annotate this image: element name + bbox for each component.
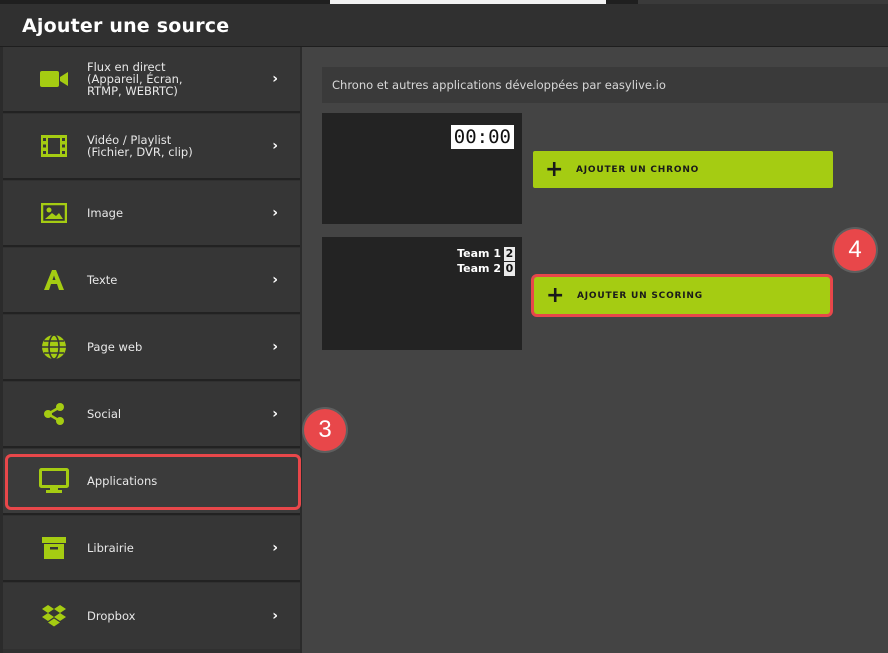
- source-sidebar: Flux en direct (Appareil, Écran, RTMP, W…: [3, 47, 301, 653]
- text-a-icon: [39, 265, 69, 295]
- step-marker-3: 3: [304, 409, 346, 451]
- share-icon: [39, 399, 69, 429]
- sidebar-item-dropbox[interactable]: Dropbox ›: [3, 583, 300, 649]
- plus-icon: +: [546, 282, 565, 308]
- team-score: 2: [504, 246, 515, 261]
- sidebar-item-label: Texte: [87, 273, 118, 287]
- chevron-right-icon: ›: [272, 540, 278, 556]
- chevron-right-icon: ›: [272, 272, 278, 288]
- sidebar-item-label: Applications: [87, 474, 158, 488]
- film-icon: [39, 131, 69, 161]
- chevron-right-icon: ›: [272, 608, 278, 624]
- sidebar-item-text[interactable]: Texte ›: [3, 248, 300, 314]
- chevron-right-icon: ›: [272, 339, 278, 355]
- team-name: Team 1: [457, 247, 501, 260]
- sidebar-item-label: Social: [87, 407, 122, 421]
- sidebar-item-label: Flux en direct (Appareil, Écran, RTMP, W…: [87, 60, 183, 98]
- sidebar-item-label: Librairie: [87, 541, 134, 555]
- add-chrono-button[interactable]: + AJOUTER UN CHRONO: [533, 151, 833, 188]
- sidebar-item-image[interactable]: Image ›: [3, 181, 300, 247]
- sidebar-item-label: Page web: [87, 340, 143, 354]
- globe-icon: [39, 332, 69, 362]
- dropbox-icon: [39, 601, 69, 631]
- image-icon: [39, 198, 69, 228]
- chevron-right-icon: ›: [272, 205, 278, 221]
- sidebar-item-label: Image: [87, 206, 124, 220]
- sidebar-item-web-page[interactable]: Page web ›: [3, 315, 300, 381]
- video-camera-icon: [39, 64, 69, 94]
- section-heading-text: Chrono et autres applications développée…: [332, 78, 666, 92]
- sidebar-item-video-playlist[interactable]: Vidéo / Playlist (Fichier, DVR, clip) ›: [3, 114, 300, 180]
- team-score: 0: [504, 261, 515, 276]
- main-panel: Chrono et autres applications développée…: [302, 47, 888, 653]
- scoring-preview: Team 1 2 Team 2 0: [322, 237, 522, 350]
- step-marker-4: 4: [834, 229, 876, 271]
- chevron-right-icon: ›: [272, 71, 278, 87]
- plus-icon: +: [545, 156, 564, 182]
- add-chrono-label: AJOUTER UN CHRONO: [576, 164, 700, 175]
- dialog-header: Ajouter une source: [0, 4, 888, 47]
- monitor-icon: [39, 466, 69, 496]
- team-name: Team 2: [457, 262, 501, 275]
- sidebar-item-label: Vidéo / Playlist (Fichier, DVR, clip): [87, 133, 193, 159]
- score-row: Team 2 0: [457, 261, 515, 276]
- sidebar-item-label: Dropbox: [87, 609, 136, 623]
- sidebar-item-social[interactable]: Social ›: [3, 382, 300, 448]
- chevron-right-icon: ›: [272, 406, 278, 422]
- archive-box-icon: [39, 533, 69, 563]
- chevron-right-icon: ›: [272, 138, 278, 154]
- add-scoring-button[interactable]: + AJOUTER UN SCORING: [534, 277, 830, 314]
- dialog-title: Ajouter une source: [22, 15, 230, 37]
- score-table: Team 1 2 Team 2 0: [457, 246, 515, 276]
- chrono-preview: 00:00: [322, 113, 522, 224]
- score-row: Team 1 2: [457, 246, 515, 261]
- sidebar-item-applications[interactable]: Applications: [3, 449, 301, 515]
- add-scoring-label: AJOUTER UN SCORING: [577, 290, 703, 301]
- sidebar-item-live-stream[interactable]: Flux en direct (Appareil, Écran, RTMP, W…: [3, 47, 300, 113]
- sidebar-item-library[interactable]: Librairie ›: [3, 516, 300, 582]
- chrono-time: 00:00: [450, 125, 514, 149]
- section-heading: Chrono et autres applications développée…: [322, 67, 888, 103]
